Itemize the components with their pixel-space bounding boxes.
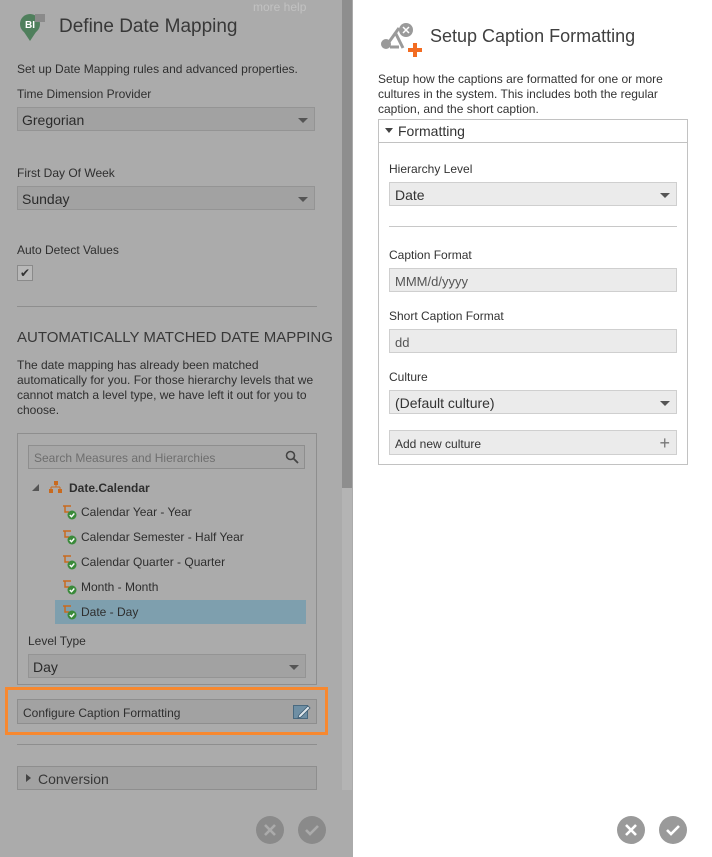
caption-format-input[interactable]: MMM/d/yyyy: [389, 268, 677, 292]
logo-text: BI: [25, 20, 35, 31]
intro-text: Set up Date Mapping rules and advanced p…: [17, 62, 298, 76]
tree-item[interactable]: Calendar Semester - Half Year: [55, 525, 306, 549]
chevron-down-icon: [289, 665, 299, 670]
section-description: The date mapping has already been matche…: [17, 358, 314, 417]
date-mapping-logo-icon: BI: [17, 12, 55, 47]
caption-format-value: MMM/d/yyyy: [395, 274, 468, 289]
level-mapped-icon: [62, 579, 78, 598]
tree-item-label: Month - Month: [81, 580, 159, 594]
level-type-label: Level Type: [28, 634, 86, 648]
short-caption-format-label: Short Caption Format: [389, 309, 504, 323]
tree-item[interactable]: Date - Day: [55, 600, 306, 624]
more-help-link[interactable]: more help: [253, 0, 306, 14]
tdp-label: Time Dimension Provider: [17, 87, 152, 101]
culture-select[interactable]: (Default culture): [389, 390, 677, 414]
tree-item[interactable]: Month - Month: [55, 575, 306, 599]
left-scroll-thumb[interactable]: [342, 0, 352, 488]
check-icon: [666, 825, 680, 836]
divider: [389, 226, 677, 227]
check-icon: [305, 825, 319, 836]
left-cancel-button[interactable]: [256, 816, 284, 844]
left-panel: more help BI Define Date Mapping Set up …: [0, 0, 353, 857]
formatting-group-title: Formatting: [398, 123, 465, 139]
tree-item[interactable]: Calendar Quarter - Quarter: [55, 550, 306, 574]
hierarchy-icon: [49, 481, 62, 497]
level-type-value: Day: [33, 659, 58, 675]
search-input[interactable]: Search Measures and Hierarchies: [28, 445, 305, 469]
hierarchy-level-label: Hierarchy Level: [389, 162, 473, 176]
close-icon: [264, 824, 276, 836]
tree-item-label: Calendar Quarter - Quarter: [81, 555, 226, 569]
right-panel-title: Setup Caption Formatting: [430, 26, 636, 46]
plus-icon: +: [659, 433, 670, 453]
level-mapped-icon: [62, 604, 78, 623]
culture-label: Culture: [389, 370, 428, 384]
tree-root-label: Date.Calendar: [69, 481, 150, 495]
collapse-triangle-icon[interactable]: [32, 484, 39, 491]
culture-value: (Default culture): [395, 395, 495, 411]
tree-item[interactable]: Calendar Year - Year: [55, 500, 306, 524]
fdow-value: Sunday: [22, 191, 70, 207]
divider: [17, 744, 317, 745]
section-title: AUTOMATICALLY MATCHED DATE MAPPING: [17, 329, 333, 346]
caption-format-label: Caption Format: [389, 248, 472, 262]
hierarchy-level-select[interactable]: Date: [389, 182, 677, 206]
auto-detect-checkbox[interactable]: ✔: [17, 265, 33, 281]
level-type-select[interactable]: Day: [28, 654, 306, 678]
fdow-label: First Day Of Week: [17, 166, 115, 180]
chevron-down-icon: [660, 193, 670, 198]
caption-formatting-logo-icon: [377, 20, 427, 63]
first-day-of-week-select[interactable]: Sunday: [17, 186, 315, 210]
chevron-down-icon: [298, 197, 308, 202]
chevron-down-icon: [298, 118, 308, 123]
conversion-label: Conversion: [38, 771, 109, 787]
left-confirm-button[interactable]: [298, 816, 326, 844]
search-placeholder: Search Measures and Hierarchies: [34, 451, 216, 465]
search-icon[interactable]: [285, 450, 299, 469]
tdp-value: Gregorian: [22, 112, 85, 128]
tree-item-label: Calendar Semester - Half Year: [81, 530, 244, 544]
short-caption-format-input[interactable]: dd: [389, 329, 677, 353]
highlight-annotation: [5, 687, 328, 735]
add-new-culture-button[interactable]: Add new culture +: [389, 430, 677, 455]
right-confirm-button[interactable]: [659, 816, 687, 844]
right-panel-description: Setup how the captions are formatted for…: [378, 72, 663, 116]
time-dimension-provider-select[interactable]: Gregorian: [17, 107, 315, 131]
chevron-down-icon: [660, 401, 670, 406]
level-mapped-icon: [62, 529, 78, 548]
tree-item-label: Date - Day: [81, 605, 139, 619]
level-mapped-icon: [62, 554, 78, 573]
add-culture-label: Add new culture: [395, 437, 482, 451]
expand-triangle-icon: [26, 774, 31, 782]
formatting-group-header[interactable]: Formatting: [378, 119, 688, 143]
level-mapped-icon: [62, 504, 78, 523]
short-caption-format-value: dd: [395, 335, 410, 350]
conversion-section-header[interactable]: Conversion: [17, 766, 317, 790]
auto-detect-label: Auto Detect Values: [17, 243, 119, 257]
right-cancel-button[interactable]: [617, 816, 645, 844]
collapse-triangle-icon: [385, 128, 393, 133]
tree-item-label: Calendar Year - Year: [81, 505, 192, 519]
close-icon: [625, 824, 637, 836]
hierarchy-level-value: Date: [395, 187, 425, 203]
left-panel-title: Define Date Mapping: [59, 16, 238, 37]
divider: [17, 306, 317, 307]
